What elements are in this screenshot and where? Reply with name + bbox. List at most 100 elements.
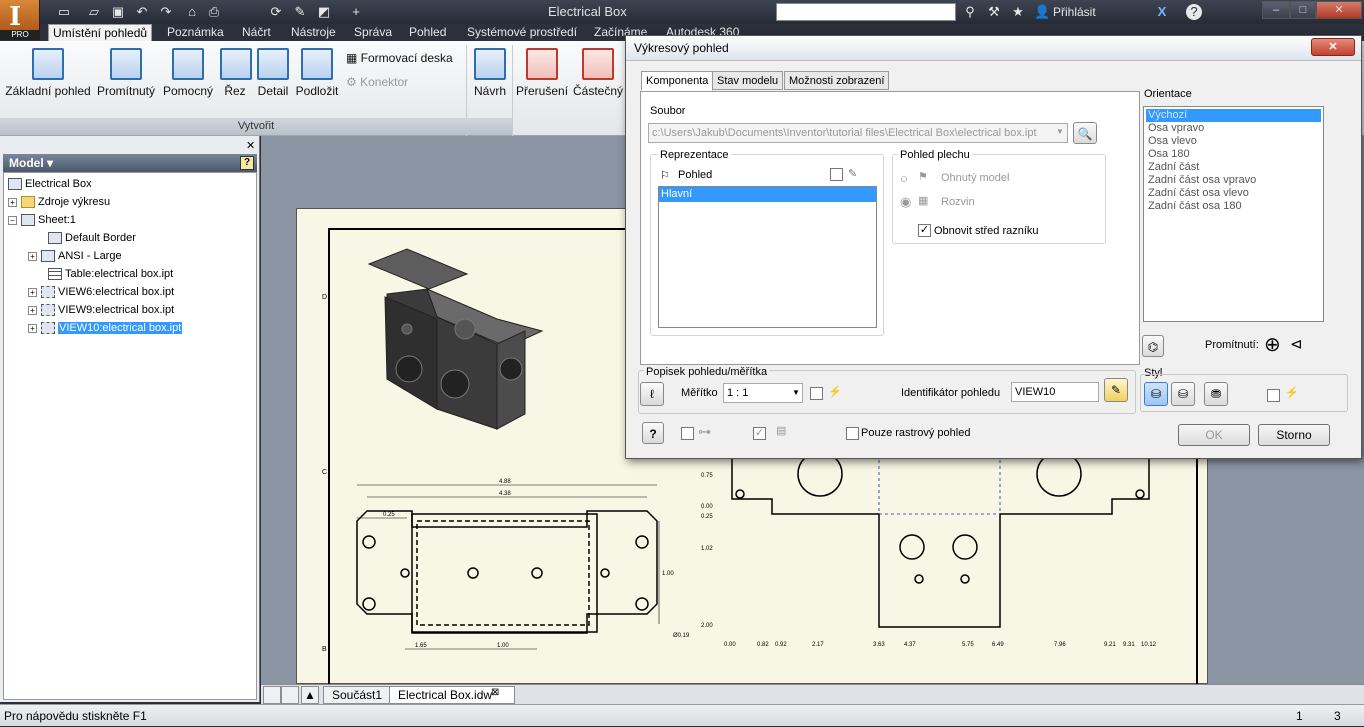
tree-node-resources[interactable]: + Zdroje výkresu bbox=[8, 193, 110, 211]
expand-icon[interactable]: + bbox=[28, 251, 37, 261]
browse-file-button[interactable]: 🔍 bbox=[1073, 122, 1097, 144]
tab-display-options[interactable]: Možnosti zobrazení bbox=[784, 71, 890, 90]
browser-close-icon[interactable]: ✕ bbox=[246, 139, 255, 152]
break-out-button[interactable]: Částečný bbox=[572, 45, 624, 115]
tree-node-drawing[interactable]: Electrical Box bbox=[8, 175, 92, 193]
custom-view-button[interactable]: ⌬ bbox=[1142, 335, 1164, 357]
tab-model-state[interactable]: Stav modelu bbox=[712, 71, 784, 90]
tree-node-view9[interactable]: + VIEW9:electrical box.ipt bbox=[28, 301, 174, 319]
tree-node-view6[interactable]: + VIEW6:electrical box.ipt bbox=[28, 283, 174, 301]
associative-checkbox[interactable] bbox=[830, 168, 843, 181]
hidden-line-removed-button[interactable]: ⛁ bbox=[1171, 382, 1195, 406]
orientation-item[interactable]: Osa vlevo bbox=[1146, 135, 1197, 148]
break-button[interactable]: Přerušení bbox=[516, 45, 568, 115]
flat-pattern-button[interactable]: ▦ Formovací deska bbox=[346, 51, 453, 65]
collapse-icon[interactable]: − bbox=[8, 215, 17, 225]
star-icon[interactable]: ★ bbox=[1010, 4, 1026, 20]
update-icon[interactable]: ⟳ bbox=[268, 4, 284, 20]
dialog-close-button[interactable]: ✕ bbox=[1311, 38, 1355, 56]
representation-list[interactable]: Hlavní bbox=[658, 186, 877, 328]
tab-environments[interactable]: Systémové prostředí bbox=[463, 24, 581, 41]
projected-button[interactable]: Promítnutý bbox=[94, 45, 158, 115]
expand-icon[interactable]: + bbox=[8, 197, 17, 207]
tab-manage[interactable]: Správa bbox=[350, 24, 396, 41]
orientation-item[interactable]: Zadní část bbox=[1146, 161, 1199, 174]
first-angle-icon[interactable]: ⊕ bbox=[1264, 332, 1281, 357]
tile-icon[interactable] bbox=[263, 686, 281, 704]
undo-icon[interactable]: ↶ bbox=[134, 4, 150, 20]
ribbon-panel-label[interactable]: Vytvořit bbox=[0, 118, 512, 135]
doc-tab-part[interactable]: Součást1 bbox=[323, 686, 392, 704]
tab-annotate[interactable]: Poznámka bbox=[163, 24, 228, 41]
chevron-down-icon[interactable]: ▼ bbox=[792, 388, 800, 397]
orientation-item[interactable]: Zadní část osa vpravo bbox=[1146, 174, 1256, 187]
tab-tools[interactable]: Nástroje bbox=[287, 24, 340, 41]
doc-tab-close-icon[interactable]: ⊠ bbox=[491, 687, 499, 698]
tree-node-view10[interactable]: + VIEW10:electrical box.ipt bbox=[28, 319, 183, 337]
dialog-title[interactable]: Výkresový pohled bbox=[626, 36, 1361, 61]
expand-icon[interactable]: + bbox=[28, 287, 37, 297]
section-button[interactable]: Řez bbox=[220, 45, 252, 115]
style-from-base-checkbox[interactable] bbox=[1267, 389, 1280, 402]
maximize-button[interactable]: □ bbox=[1290, 1, 1316, 19]
tab-menu-icon[interactable]: ▲ bbox=[301, 686, 319, 704]
orientation-item-selected[interactable]: Výchozí bbox=[1146, 109, 1321, 122]
flat-radio[interactable]: ◉ bbox=[900, 194, 911, 210]
sign-in-link[interactable]: Přihlásit bbox=[1053, 5, 1096, 19]
expand-icon[interactable]: + bbox=[28, 323, 37, 333]
scale-dropdown[interactable]: 1 : 1 bbox=[723, 383, 803, 403]
tree-node-titleblock[interactable]: + ANSI - Large bbox=[28, 247, 122, 265]
plus-icon[interactable]: + bbox=[348, 4, 364, 20]
representation-item-selected[interactable]: Hlavní bbox=[659, 187, 876, 202]
print-icon[interactable]: ⎙ bbox=[206, 4, 222, 20]
hidden-line-button[interactable]: ⛁ bbox=[1144, 382, 1168, 406]
label-edit-button[interactable]: ℓ bbox=[640, 382, 664, 406]
edit-label-button[interactable]: ✎ bbox=[1104, 378, 1128, 402]
search-input[interactable] bbox=[776, 3, 956, 21]
view-id-field[interactable]: VIEW10 bbox=[1011, 382, 1099, 402]
help-icon[interactable]: ? bbox=[1186, 4, 1202, 20]
tree-node-table[interactable]: Table:electrical box.ipt bbox=[48, 265, 173, 283]
new-icon[interactable]: ▭ bbox=[56, 4, 72, 20]
select-icon[interactable]: ◩ bbox=[316, 4, 332, 20]
measure-icon[interactable]: ✎ bbox=[292, 4, 308, 20]
app-logo[interactable]: I PRO bbox=[0, 0, 40, 40]
browser-help-icon[interactable]: ? bbox=[240, 156, 254, 170]
cancel-button[interactable]: Storno bbox=[1258, 424, 1330, 446]
overlay-button[interactable]: Podložit bbox=[294, 45, 340, 115]
shaded-button[interactable]: ⛃ bbox=[1204, 382, 1228, 406]
exchange-icon[interactable]: X bbox=[1154, 4, 1170, 20]
tree-node-sheet[interactable]: − Sheet:1 bbox=[8, 211, 76, 229]
orientation-item[interactable]: Osa 180 bbox=[1146, 148, 1190, 161]
minimize-button[interactable]: ‒ bbox=[1262, 1, 1290, 19]
home-icon[interactable]: ⌂ bbox=[184, 4, 200, 20]
recover-punch-checkbox[interactable]: ✓ bbox=[918, 224, 931, 237]
detail-button[interactable]: Detail bbox=[254, 45, 292, 115]
tree-node-border[interactable]: Default Border bbox=[48, 229, 136, 247]
orientation-list[interactable]: Výchozí Osa vpravo Osa vlevo Osa 180 Zad… bbox=[1143, 106, 1324, 322]
redo-icon[interactable]: ↷ bbox=[158, 4, 174, 20]
browser-header[interactable]: Model ▾ bbox=[3, 154, 257, 172]
search-icon[interactable]: ⚲ bbox=[962, 4, 978, 20]
tab-place-views[interactable]: Umístění pohledů bbox=[48, 24, 153, 41]
orientation-item[interactable]: Zadní část osa vlevo bbox=[1146, 187, 1249, 200]
ok-button[interactable]: OK bbox=[1178, 424, 1250, 446]
projection-type-icon[interactable]: ⊲ bbox=[1290, 335, 1303, 353]
tab-view[interactable]: Pohled bbox=[405, 24, 450, 41]
raster-checkbox[interactable] bbox=[846, 427, 859, 440]
orientation-item[interactable]: Osa vpravo bbox=[1146, 122, 1204, 135]
tab-sketch[interactable]: Náčrt bbox=[238, 24, 275, 41]
open-icon[interactable]: ▱ bbox=[86, 4, 102, 20]
close-window-button[interactable]: ✕ bbox=[1316, 1, 1362, 19]
cascade-icon[interactable] bbox=[281, 686, 299, 704]
folded-radio[interactable]: ○ bbox=[900, 171, 908, 186]
file-path-field[interactable]: c:\Users\Jakub\Documents\Inventor\tutori… bbox=[648, 123, 1068, 143]
orientation-item[interactable]: Zadní část osa 180 bbox=[1146, 200, 1242, 213]
chevron-down-icon[interactable]: ▼ bbox=[1056, 127, 1064, 136]
tools-icon[interactable]: ⚒ bbox=[986, 4, 1002, 20]
tab-component[interactable]: Komponenta bbox=[641, 71, 714, 91]
expand-icon[interactable]: + bbox=[28, 305, 37, 315]
auxiliary-button[interactable]: Pomocný bbox=[160, 45, 216, 115]
scale-visibility-checkbox[interactable] bbox=[810, 387, 823, 400]
base-view-button[interactable]: Základní pohled bbox=[4, 45, 92, 115]
